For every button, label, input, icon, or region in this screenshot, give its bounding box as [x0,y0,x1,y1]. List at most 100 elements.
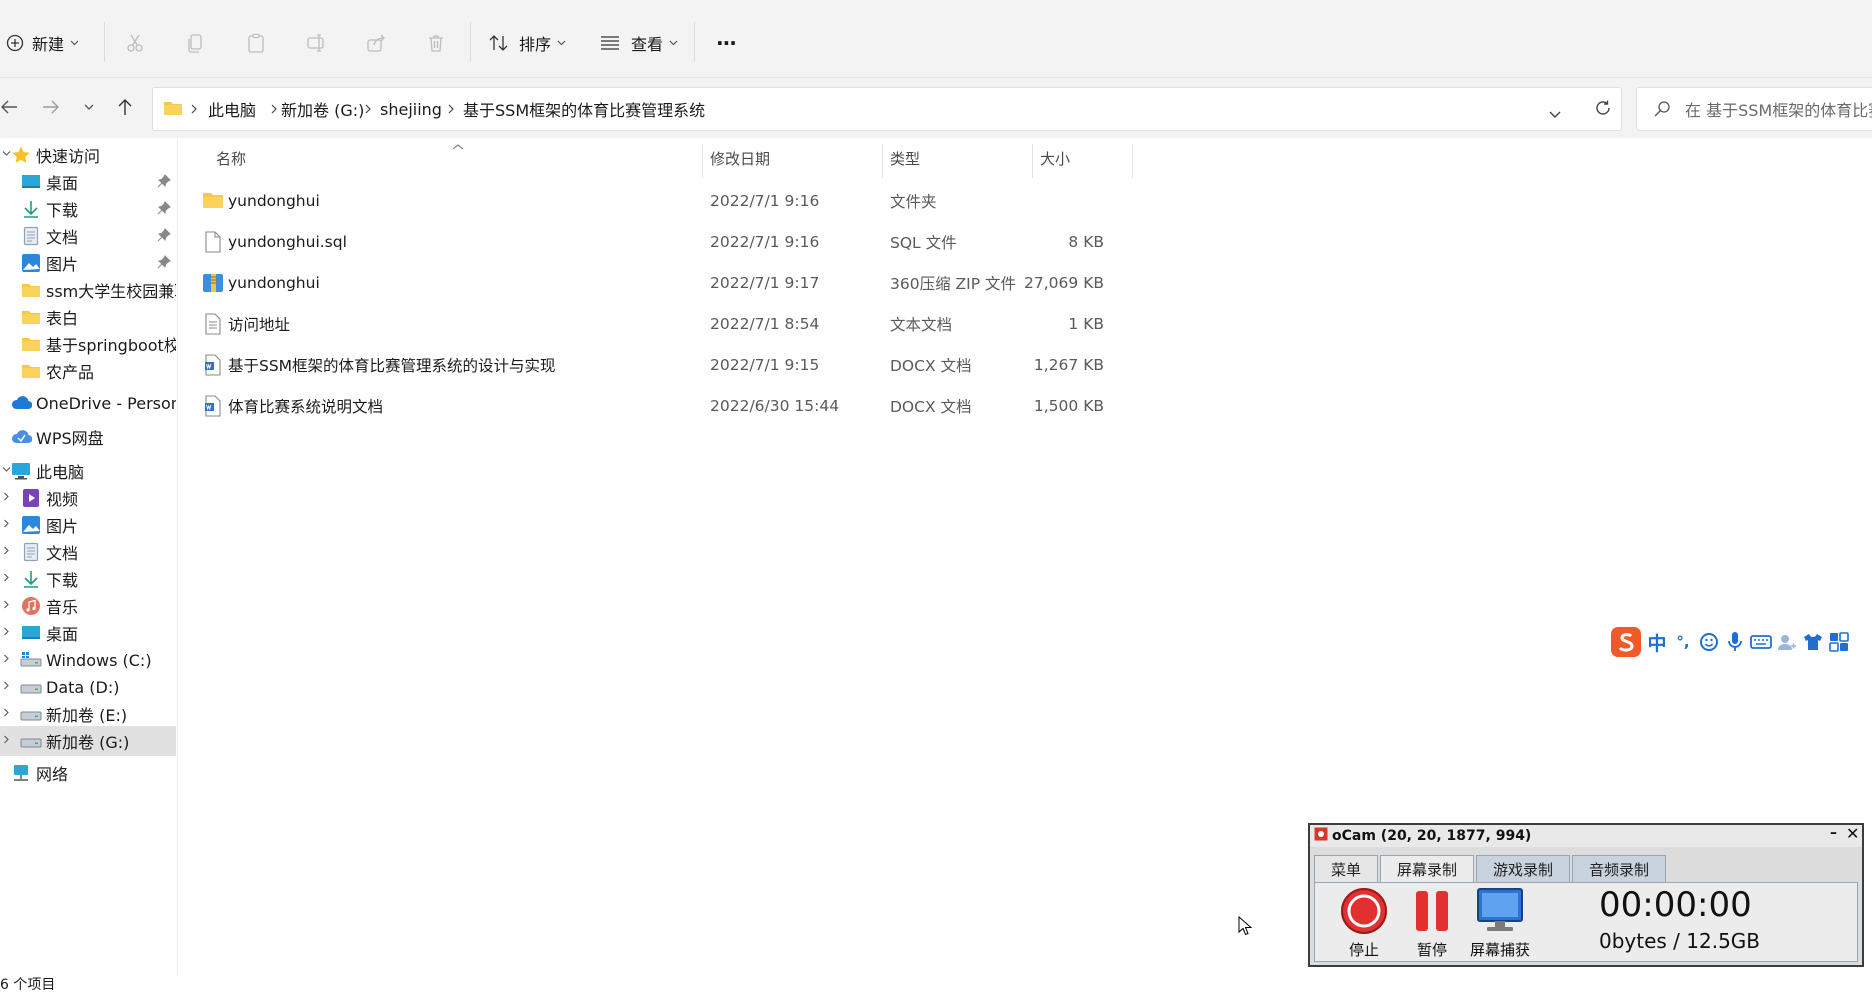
recent-locations-button[interactable] [76,94,102,120]
nav-quick-folder[interactable]: ssm大学生校园兼职 [0,275,176,305]
close-button[interactable]: ✕ [1846,824,1859,843]
nav-pc-drive-c[interactable]: Windows (C:) [0,645,176,675]
file-name: yundonghui.sql [228,232,347,251]
share-button[interactable] [366,26,386,60]
nav-quick-desktop[interactable]: 桌面 [0,167,176,197]
address-history-button[interactable] [1549,104,1561,123]
paste-button[interactable] [246,26,266,60]
refresh-button[interactable] [1594,99,1612,121]
view-button[interactable]: 查看 [600,26,678,60]
chevron-right-icon [191,88,198,130]
breadcrumb-drive-g[interactable]: 新加卷 (G:) [281,88,364,130]
emoji-icon[interactable] [1696,628,1722,656]
nav-onedrive[interactable]: OneDrive - Personal [0,388,176,418]
column-divider[interactable] [1032,144,1033,178]
sort-button[interactable]: 排序 [488,26,566,60]
delete-button[interactable] [426,26,446,60]
chevron-right-icon [4,654,9,663]
column-header-type[interactable]: 类型 [890,138,920,178]
breadcrumb-this-pc[interactable]: 此电脑 [208,88,256,130]
file-type: 文件夹 [890,192,937,211]
screen-capture-button[interactable]: 屏幕捕获 [1465,888,1535,959]
file-row[interactable]: 体育比赛系统说明文档 2022/6/30 15:44 DOCX 文档 1,500… [198,385,1114,426]
nav-quick-folder[interactable]: 农产品 [0,356,176,386]
picture-icon [20,252,42,274]
nav-quick-folder[interactable]: 表白 [0,302,176,332]
back-button[interactable] [0,94,22,120]
nav-pc-pictures[interactable]: 图片 [0,510,176,540]
nav-quick-access[interactable]: 快速访问 [0,140,176,170]
ocam-tab-screen-record[interactable]: 屏幕录制 [1380,855,1475,883]
nav-pc-music[interactable]: 音乐 [0,591,176,621]
file-date: 2022/7/1 9:15 [710,355,820,374]
ocam-titlebar[interactable]: oCam (20, 20, 1877, 994) – ✕ [1310,824,1862,847]
ocam-tab-menu[interactable]: 菜单 [1314,855,1379,883]
nav-label: 文档 [46,544,79,563]
rename-button[interactable] [306,26,328,60]
new-button[interactable]: 新建 [6,26,79,60]
toolbar-divider [470,22,471,62]
nav-this-pc[interactable]: 此电脑 [0,456,176,486]
nav-label: 下载 [46,571,79,590]
toolbox-icon[interactable] [1826,628,1852,656]
more-options-button[interactable]: ··· [716,26,737,60]
nav-wps-drive[interactable]: WPS网盘 [0,422,176,452]
nav-pc-documents[interactable]: 文档 [0,537,176,567]
document-icon [20,225,42,247]
pause-button[interactable]: 暂停 [1397,889,1467,959]
file-row[interactable]: 基于SSM框架的体育比赛管理系统的设计与实现 2022/7/1 9:15 DOC… [198,344,1114,385]
search-input[interactable]: 在 基于SSM框架的体育比赛 [1636,87,1872,131]
punctuation-toggle[interactable]: °, [1670,628,1696,656]
file-row[interactable]: 访问地址 2022/7/1 8:54 文本文档 1 KB [198,303,1114,344]
nav-quick-pictures[interactable]: 图片 [0,248,176,278]
column-divider[interactable] [1132,144,1133,178]
command-bar: 新建 排序 查看 ··· [0,0,1872,78]
ocam-tab-game-record[interactable]: 游戏录制 [1476,855,1571,883]
chevron-right-icon [365,88,372,130]
chevron-down-icon [84,104,94,110]
input-mode-toggle[interactable]: 中 [1644,628,1670,656]
file-row[interactable]: yundonghui 2022/7/1 9:16 文件夹 [198,180,1114,221]
column-header-date[interactable]: 修改日期 [710,138,770,178]
up-button[interactable] [112,94,138,120]
chevron-right-icon [4,708,9,717]
nav-pc-videos[interactable]: 视频 [0,483,176,513]
file-name: yundonghui [228,273,320,292]
stop-button[interactable]: 停止 [1329,888,1399,959]
nav-pc-drive-g[interactable]: 新加卷 (G:) [0,726,176,756]
minimize-button[interactable]: – [1830,825,1837,841]
chevron-right-icon [4,735,9,744]
forward-button[interactable] [38,94,64,120]
breadcrumb-shejiing[interactable]: shejiing [380,88,442,130]
nav-quick-folder[interactable]: 基于springboot校园 [0,329,176,359]
microphone-icon[interactable] [1722,628,1748,656]
file-row[interactable]: yundonghui 2022/7/1 9:17 360压缩 ZIP 文件 27… [198,262,1114,303]
nav-quick-documents[interactable]: 文档 [0,221,176,251]
user-icon[interactable] [1774,628,1800,656]
column-divider[interactable] [702,144,703,178]
column-header-size[interactable]: 大小 [1040,138,1070,178]
copy-button[interactable] [186,26,206,60]
search-placeholder: 在 基于SSM框架的体育比赛 [1685,101,1872,120]
file-size: 8 KB [1068,232,1104,251]
nav-pc-drive-d[interactable]: Data (D:) [0,672,176,702]
breadcrumb-current-folder[interactable]: 基于SSM框架的体育比赛管理系统 [463,88,705,130]
skin-icon[interactable] [1800,628,1826,656]
column-header-name[interactable]: 名称 [216,138,246,178]
nav-pc-downloads[interactable]: 下载 [0,564,176,594]
file-row[interactable]: yundonghui.sql 2022/7/1 9:16 SQL 文件 8 KB [198,221,1114,262]
column-divider[interactable] [882,144,883,178]
keyboard-icon[interactable] [1748,628,1774,656]
sogou-logo-icon[interactable] [1608,627,1644,657]
ocam-tab-audio-record[interactable]: 音频录制 [1572,855,1667,883]
cut-button[interactable] [125,26,145,60]
ime-toolbar: 中 °, [1608,624,1872,660]
address-bar[interactable]: 此电脑 新加卷 (G:) shejiing 基于SSM框架的体育比赛管理系统 [152,87,1622,131]
nav-quick-downloads[interactable]: 下载 [0,194,176,224]
docx-icon [202,354,224,376]
file-date: 2022/7/1 9:16 [710,232,820,251]
nav-network[interactable]: 网络 [0,758,176,788]
picture-icon [20,514,42,536]
nav-pc-drive-e[interactable]: 新加卷 (E:) [0,699,176,729]
nav-pc-desktop[interactable]: 桌面 [0,618,176,648]
